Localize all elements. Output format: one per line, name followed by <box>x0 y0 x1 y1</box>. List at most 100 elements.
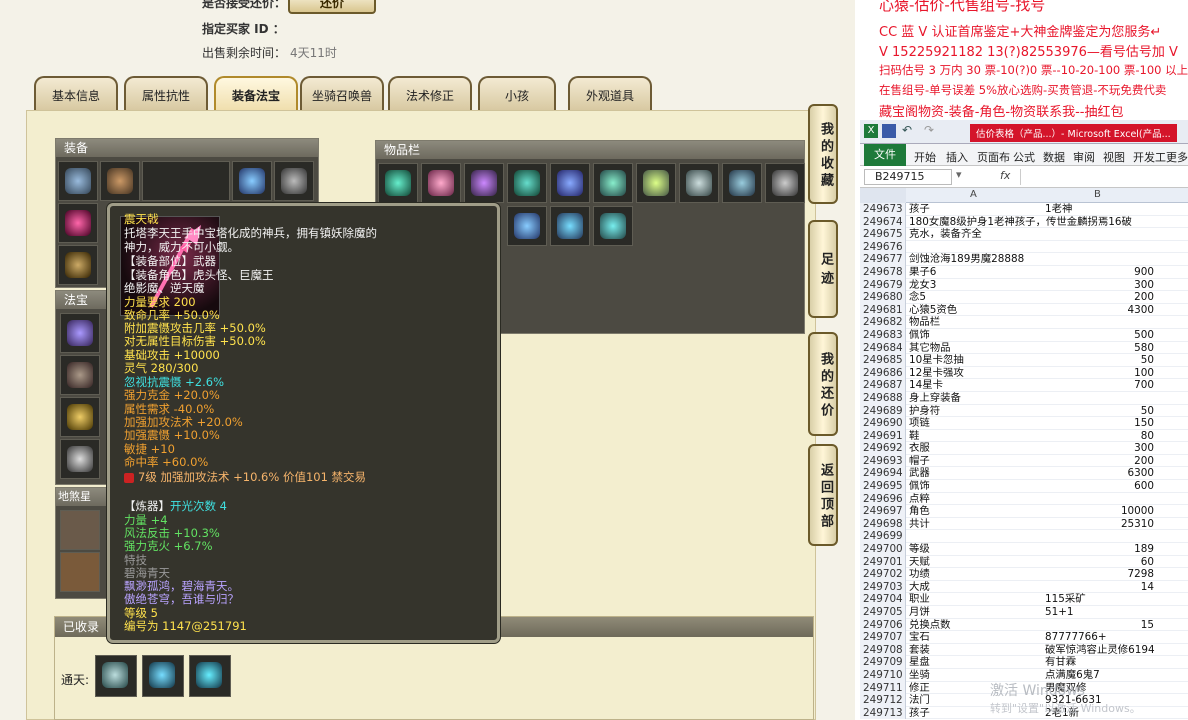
cell-a[interactable]: 12星卡强攻 <box>909 367 1045 380</box>
row-number[interactable]: 249709 <box>860 656 906 669</box>
row-number[interactable]: 249701 <box>860 555 906 569</box>
table-row[interactable]: 249705 月饼 51+1 <box>860 606 1188 619</box>
equip-slot-large[interactable] <box>142 161 230 201</box>
cell-b[interactable]: 50 <box>1045 354 1154 367</box>
cell-a[interactable]: 鞋 <box>909 430 1045 443</box>
ribbon-tab-developer[interactable]: 开发工 <box>1133 149 1166 165</box>
redo-icon[interactable]: ↷ <box>924 123 934 137</box>
cell-b[interactable]: 87777766+ <box>1045 631 1154 644</box>
cell-a[interactable]: 星盘 <box>909 656 1045 669</box>
row-number[interactable]: 249697 <box>860 505 906 518</box>
cell-b[interactable]: 150 <box>1045 417 1154 430</box>
cell-b[interactable]: 25310 <box>1045 518 1154 531</box>
fabao-slot[interactable] <box>60 439 100 479</box>
table-row[interactable]: 249689 护身符 50 <box>860 404 1188 418</box>
inventory-slot[interactable] <box>507 206 547 246</box>
table-row[interactable]: 249702 功绩 7298 <box>860 568 1188 581</box>
equip-slot[interactable] <box>58 245 98 285</box>
cell-a[interactable]: 护身符 <box>909 405 1045 418</box>
row-number[interactable]: 249700 <box>860 543 906 556</box>
table-row[interactable]: 249709 星盘 有甘霖 <box>860 656 1188 669</box>
table-row[interactable]: 249700 等级 189 <box>860 543 1188 556</box>
inventory-slot[interactable] <box>765 163 805 203</box>
inventory-slot[interactable] <box>679 163 719 203</box>
fabao-slot[interactable] <box>60 397 100 437</box>
table-row[interactable]: 249693 帽子 200 <box>860 454 1188 468</box>
cell-a[interactable]: 天赋 <box>909 556 1045 569</box>
table-row[interactable]: 249685 10星卡忽抽 50 <box>860 354 1188 367</box>
table-row[interactable]: 249687 14星卡 700 <box>860 379 1188 392</box>
inventory-slot[interactable] <box>507 163 547 203</box>
cell-b[interactable]: 300 <box>1045 442 1154 455</box>
row-number[interactable]: 249684 <box>860 341 906 355</box>
table-row[interactable]: 249679 龙女3 300 <box>860 278 1188 292</box>
cell-b[interactable]: 500 <box>1045 329 1154 342</box>
function-icon[interactable]: fx <box>1000 169 1010 182</box>
row-number[interactable]: 249686 <box>860 366 906 380</box>
cell-a[interactable]: 衣服 <box>909 442 1045 455</box>
ribbon-tab-data[interactable]: 数据 <box>1043 149 1065 165</box>
cell-b[interactable]: 15 <box>1045 619 1154 632</box>
my-favorites-button[interactable]: 我的收藏 <box>808 104 838 204</box>
cell-a[interactable]: 点粹 <box>909 493 1045 506</box>
row-number[interactable]: 249673 <box>860 203 906 216</box>
chevron-down-icon[interactable]: ▾ <box>956 168 962 181</box>
cell-b[interactable]: 破军惊鸿容止灵修6194 <box>1045 644 1155 657</box>
cell-b[interactable]: 14 <box>1045 581 1154 594</box>
counter-offer-button[interactable]: 还价 <box>288 0 376 14</box>
cell-a[interactable]: 宝石 <box>909 631 1045 644</box>
cell-b[interactable]: 有甘霖 <box>1045 656 1154 669</box>
cell-a[interactable]: 果子6 <box>909 266 1045 279</box>
inventory-slot[interactable] <box>722 163 762 203</box>
column-header-a[interactable]: A <box>970 189 977 200</box>
cell-b[interactable]: 189 <box>1045 543 1154 556</box>
table-row[interactable]: 249696 点粹 <box>860 492 1188 506</box>
collected-slot[interactable] <box>95 655 137 697</box>
star-portrait[interactable] <box>60 510 100 550</box>
undo-icon[interactable]: ↶ <box>902 123 912 137</box>
cell-a[interactable]: 孩子 <box>909 203 1045 216</box>
row-number[interactable]: 249681 <box>860 303 906 317</box>
cell-a[interactable]: 克水，装备齐全 <box>909 228 1045 241</box>
ribbon-tab-more[interactable]: 更多 <box>1166 149 1188 165</box>
table-row[interactable]: 249675 克水，装备齐全 <box>860 228 1188 241</box>
cell-a[interactable]: 龙女3 <box>909 279 1045 292</box>
table-row[interactable]: 249677 剑蚀沧海189男魔28888 <box>860 253 1188 266</box>
equip-slot[interactable] <box>274 161 314 201</box>
cell-b[interactable]: 580 <box>1045 342 1154 355</box>
row-number[interactable]: 249688 <box>860 391 906 405</box>
cell-a[interactable]: 共计 <box>909 518 1045 531</box>
table-row[interactable]: 249673 孩子 1老神 <box>860 203 1188 216</box>
cell-a[interactable]: 功绩 <box>909 568 1045 581</box>
row-number[interactable]: 249703 <box>860 580 906 594</box>
cell-a[interactable]: 角色 <box>909 505 1045 518</box>
collected-slot[interactable] <box>142 655 184 697</box>
row-number[interactable]: 249694 <box>860 467 906 481</box>
table-row[interactable]: 249708 套装 破军惊鸿容止灵修6194 <box>860 643 1188 657</box>
ribbon-tab-home[interactable]: 开始 <box>914 149 936 165</box>
row-number[interactable]: 249699 <box>860 530 906 544</box>
table-row[interactable]: 249691 鞋 80 <box>860 429 1188 443</box>
row-number[interactable]: 249707 <box>860 631 906 644</box>
cell-b[interactable]: 51+1 <box>1045 606 1154 619</box>
row-number[interactable]: 249711 <box>860 681 906 695</box>
name-box[interactable]: B249715 <box>864 169 952 185</box>
tab-equipment[interactable]: 装备法宝 <box>214 76 298 110</box>
my-counteroffers-button[interactable]: 我的还价 <box>808 332 838 436</box>
row-number[interactable]: 249695 <box>860 480 906 493</box>
ribbon-tab-file[interactable]: 文件 <box>864 144 906 166</box>
save-icon[interactable] <box>882 124 896 138</box>
row-number[interactable]: 249690 <box>860 417 906 430</box>
cell-a[interactable]: 套装 <box>909 644 1045 657</box>
cell-b[interactable]: 700 <box>1045 379 1154 392</box>
cell-a[interactable]: 物品栏 <box>909 316 1045 329</box>
table-row[interactable]: 249692 衣服 300 <box>860 442 1188 455</box>
footprints-button[interactable]: 足迹 <box>808 220 838 318</box>
row-number[interactable]: 249708 <box>860 643 906 657</box>
row-number[interactable]: 249696 <box>860 492 906 506</box>
table-row[interactable]: 249699 <box>860 530 1188 544</box>
row-number[interactable]: 249712 <box>860 694 906 707</box>
equip-slot[interactable] <box>100 161 140 201</box>
table-row[interactable]: 249707 宝石 87777766+ <box>860 631 1188 644</box>
table-row[interactable]: 249684 其它物品 580 <box>860 341 1188 355</box>
